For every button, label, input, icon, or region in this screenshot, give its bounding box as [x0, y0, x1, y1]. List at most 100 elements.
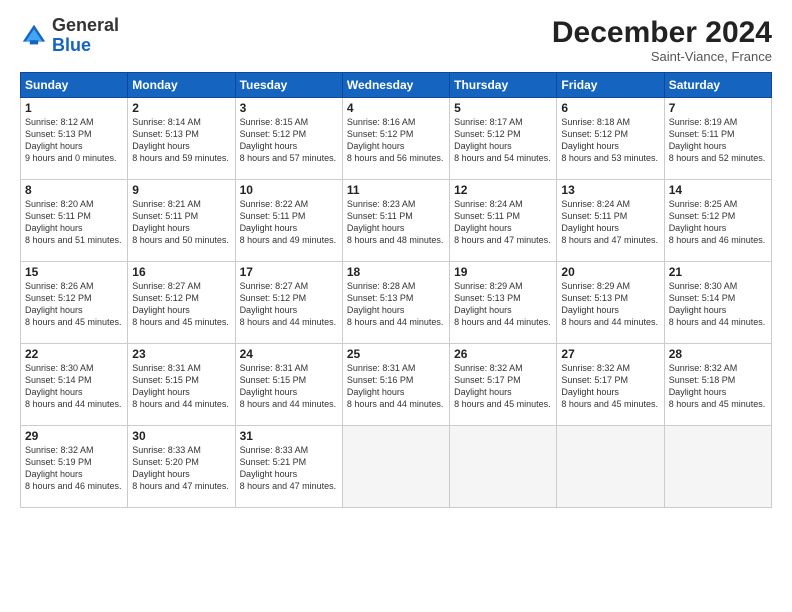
day-number: 26	[454, 347, 552, 361]
col-header-tuesday: Tuesday	[235, 73, 342, 98]
calendar-week-4: 22Sunrise: 8:30 AMSunset: 5:14 PMDayligh…	[21, 344, 772, 426]
calendar-cell: 21Sunrise: 8:30 AMSunset: 5:14 PMDayligh…	[664, 262, 771, 344]
day-info: Sunrise: 8:27 AMSunset: 5:12 PMDaylight …	[240, 280, 338, 329]
day-number: 14	[669, 183, 767, 197]
calendar-cell	[450, 426, 557, 508]
calendar-cell: 4Sunrise: 8:16 AMSunset: 5:12 PMDaylight…	[342, 98, 449, 180]
day-info: Sunrise: 8:14 AMSunset: 5:13 PMDaylight …	[132, 116, 230, 165]
day-info: Sunrise: 8:24 AMSunset: 5:11 PMDaylight …	[561, 198, 659, 247]
day-number: 15	[25, 265, 123, 279]
calendar-cell: 10Sunrise: 8:22 AMSunset: 5:11 PMDayligh…	[235, 180, 342, 262]
day-info: Sunrise: 8:29 AMSunset: 5:13 PMDaylight …	[454, 280, 552, 329]
calendar-cell: 30Sunrise: 8:33 AMSunset: 5:20 PMDayligh…	[128, 426, 235, 508]
logo-text: General Blue	[52, 16, 119, 56]
col-header-monday: Monday	[128, 73, 235, 98]
day-number: 5	[454, 101, 552, 115]
calendar-cell: 12Sunrise: 8:24 AMSunset: 5:11 PMDayligh…	[450, 180, 557, 262]
calendar-week-3: 15Sunrise: 8:26 AMSunset: 5:12 PMDayligh…	[21, 262, 772, 344]
day-number: 11	[347, 183, 445, 197]
day-info: Sunrise: 8:31 AMSunset: 5:16 PMDaylight …	[347, 362, 445, 411]
logo-icon	[20, 22, 48, 50]
day-info: Sunrise: 8:12 AMSunset: 5:13 PMDaylight …	[25, 116, 123, 165]
day-info: Sunrise: 8:22 AMSunset: 5:11 PMDaylight …	[240, 198, 338, 247]
calendar-cell: 7Sunrise: 8:19 AMSunset: 5:11 PMDaylight…	[664, 98, 771, 180]
day-info: Sunrise: 8:31 AMSunset: 5:15 PMDaylight …	[240, 362, 338, 411]
day-number: 28	[669, 347, 767, 361]
day-info: Sunrise: 8:25 AMSunset: 5:12 PMDaylight …	[669, 198, 767, 247]
calendar-cell: 20Sunrise: 8:29 AMSunset: 5:13 PMDayligh…	[557, 262, 664, 344]
calendar-cell: 31Sunrise: 8:33 AMSunset: 5:21 PMDayligh…	[235, 426, 342, 508]
calendar-cell: 5Sunrise: 8:17 AMSunset: 5:12 PMDaylight…	[450, 98, 557, 180]
day-number: 19	[454, 265, 552, 279]
day-number: 3	[240, 101, 338, 115]
day-number: 17	[240, 265, 338, 279]
day-info: Sunrise: 8:32 AMSunset: 5:18 PMDaylight …	[669, 362, 767, 411]
day-info: Sunrise: 8:31 AMSunset: 5:15 PMDaylight …	[132, 362, 230, 411]
day-number: 13	[561, 183, 659, 197]
day-number: 21	[669, 265, 767, 279]
day-number: 2	[132, 101, 230, 115]
day-number: 8	[25, 183, 123, 197]
day-number: 6	[561, 101, 659, 115]
day-info: Sunrise: 8:33 AMSunset: 5:20 PMDaylight …	[132, 444, 230, 493]
subtitle: Saint-Viance, France	[552, 49, 772, 64]
calendar-cell	[557, 426, 664, 508]
day-info: Sunrise: 8:18 AMSunset: 5:12 PMDaylight …	[561, 116, 659, 165]
calendar-cell: 27Sunrise: 8:32 AMSunset: 5:17 PMDayligh…	[557, 344, 664, 426]
calendar-table: SundayMondayTuesdayWednesdayThursdayFrid…	[20, 72, 772, 508]
day-number: 23	[132, 347, 230, 361]
calendar-cell: 8Sunrise: 8:20 AMSunset: 5:11 PMDaylight…	[21, 180, 128, 262]
day-number: 22	[25, 347, 123, 361]
day-info: Sunrise: 8:19 AMSunset: 5:11 PMDaylight …	[669, 116, 767, 165]
col-header-saturday: Saturday	[664, 73, 771, 98]
calendar-cell: 13Sunrise: 8:24 AMSunset: 5:11 PMDayligh…	[557, 180, 664, 262]
day-info: Sunrise: 8:26 AMSunset: 5:12 PMDaylight …	[25, 280, 123, 329]
col-header-friday: Friday	[557, 73, 664, 98]
title-area: December 2024 Saint-Viance, France	[552, 16, 772, 64]
day-info: Sunrise: 8:30 AMSunset: 5:14 PMDaylight …	[25, 362, 123, 411]
day-number: 1	[25, 101, 123, 115]
calendar-cell: 16Sunrise: 8:27 AMSunset: 5:12 PMDayligh…	[128, 262, 235, 344]
col-header-wednesday: Wednesday	[342, 73, 449, 98]
calendar-cell	[664, 426, 771, 508]
calendar-cell: 18Sunrise: 8:28 AMSunset: 5:13 PMDayligh…	[342, 262, 449, 344]
calendar-cell: 17Sunrise: 8:27 AMSunset: 5:12 PMDayligh…	[235, 262, 342, 344]
day-info: Sunrise: 8:32 AMSunset: 5:19 PMDaylight …	[25, 444, 123, 493]
day-info: Sunrise: 8:30 AMSunset: 5:14 PMDaylight …	[669, 280, 767, 329]
day-info: Sunrise: 8:16 AMSunset: 5:12 PMDaylight …	[347, 116, 445, 165]
calendar-cell: 28Sunrise: 8:32 AMSunset: 5:18 PMDayligh…	[664, 344, 771, 426]
day-number: 9	[132, 183, 230, 197]
month-title: December 2024	[552, 16, 772, 49]
calendar-cell: 25Sunrise: 8:31 AMSunset: 5:16 PMDayligh…	[342, 344, 449, 426]
calendar-cell: 22Sunrise: 8:30 AMSunset: 5:14 PMDayligh…	[21, 344, 128, 426]
day-info: Sunrise: 8:21 AMSunset: 5:11 PMDaylight …	[132, 198, 230, 247]
calendar-cell: 14Sunrise: 8:25 AMSunset: 5:12 PMDayligh…	[664, 180, 771, 262]
calendar-cell: 26Sunrise: 8:32 AMSunset: 5:17 PMDayligh…	[450, 344, 557, 426]
day-info: Sunrise: 8:17 AMSunset: 5:12 PMDaylight …	[454, 116, 552, 165]
day-number: 12	[454, 183, 552, 197]
day-number: 20	[561, 265, 659, 279]
day-info: Sunrise: 8:29 AMSunset: 5:13 PMDaylight …	[561, 280, 659, 329]
calendar-header-row: SundayMondayTuesdayWednesdayThursdayFrid…	[21, 73, 772, 98]
calendar-week-1: 1Sunrise: 8:12 AMSunset: 5:13 PMDaylight…	[21, 98, 772, 180]
day-number: 27	[561, 347, 659, 361]
day-info: Sunrise: 8:27 AMSunset: 5:12 PMDaylight …	[132, 280, 230, 329]
page: General Blue December 2024 Saint-Viance,…	[0, 0, 792, 612]
day-number: 16	[132, 265, 230, 279]
day-info: Sunrise: 8:32 AMSunset: 5:17 PMDaylight …	[454, 362, 552, 411]
calendar-week-5: 29Sunrise: 8:32 AMSunset: 5:19 PMDayligh…	[21, 426, 772, 508]
day-info: Sunrise: 8:24 AMSunset: 5:11 PMDaylight …	[454, 198, 552, 247]
calendar-cell: 2Sunrise: 8:14 AMSunset: 5:13 PMDaylight…	[128, 98, 235, 180]
calendar-cell: 11Sunrise: 8:23 AMSunset: 5:11 PMDayligh…	[342, 180, 449, 262]
day-number: 29	[25, 429, 123, 443]
calendar-cell: 29Sunrise: 8:32 AMSunset: 5:19 PMDayligh…	[21, 426, 128, 508]
day-number: 10	[240, 183, 338, 197]
calendar-cell: 19Sunrise: 8:29 AMSunset: 5:13 PMDayligh…	[450, 262, 557, 344]
calendar-cell: 9Sunrise: 8:21 AMSunset: 5:11 PMDaylight…	[128, 180, 235, 262]
day-info: Sunrise: 8:20 AMSunset: 5:11 PMDaylight …	[25, 198, 123, 247]
calendar-cell: 1Sunrise: 8:12 AMSunset: 5:13 PMDaylight…	[21, 98, 128, 180]
day-number: 7	[669, 101, 767, 115]
day-info: Sunrise: 8:23 AMSunset: 5:11 PMDaylight …	[347, 198, 445, 247]
calendar-cell: 15Sunrise: 8:26 AMSunset: 5:12 PMDayligh…	[21, 262, 128, 344]
day-number: 31	[240, 429, 338, 443]
